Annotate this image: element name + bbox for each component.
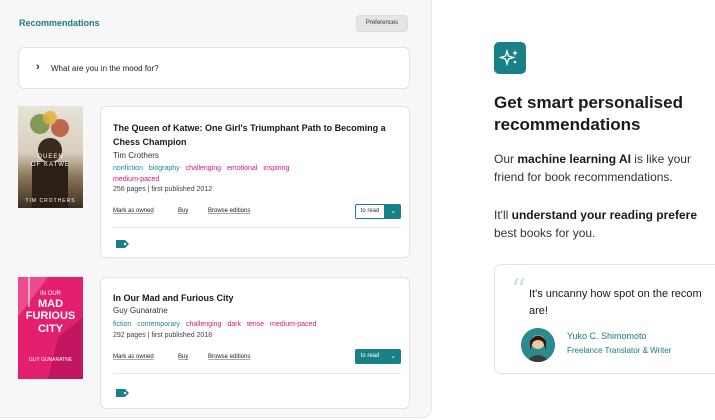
quote-line: are!: [529, 305, 548, 317]
headline-line: recommendations: [494, 115, 641, 134]
status-label[interactable]: to read: [355, 349, 385, 364]
recommendations-panel: Recommendations Preferences › What are y…: [0, 0, 432, 418]
para-bold: machine learning AI: [517, 152, 631, 166]
para-text: Our: [494, 152, 518, 166]
book-card: In Our Mad and Furious City Guy Gunaratn…: [100, 277, 410, 409]
divider: [113, 373, 401, 374]
para-text: friend for book recommendations.: [494, 170, 673, 184]
cover-title-line: IN OUR: [40, 291, 61, 297]
chevron-down-icon[interactable]: ⌄: [385, 204, 401, 219]
reading-status-button[interactable]: to read ⌄: [355, 349, 401, 364]
status-label[interactable]: to read: [355, 204, 385, 219]
genre-tag: nonfiction: [113, 165, 143, 172]
mood-tag: dark: [227, 321, 241, 328]
promo-paragraph: Our machine learning AI is like your fri…: [494, 150, 715, 186]
divider: [113, 227, 401, 228]
mood-tag: medium-paced: [270, 321, 317, 328]
cover-title-line: MAD: [37, 298, 64, 310]
mood-tag: challenging: [186, 321, 222, 328]
book-author[interactable]: Guy Gunaratne: [113, 306, 168, 315]
para-text: best books for you.: [494, 226, 596, 240]
book-title[interactable]: In Our Mad and Furious City: [113, 291, 393, 305]
mood-tag: medium-paced: [113, 176, 160, 183]
genre-tag: biography: [148, 165, 180, 172]
promo-paragraph: It'll understand your reading prefere be…: [494, 206, 715, 242]
testimonial-card: “ It's uncanny how spot on the recom are…: [494, 264, 715, 374]
panel-title: Recommendations: [19, 18, 100, 28]
mood-prompt[interactable]: › What are you in the mood for?: [18, 47, 410, 89]
cover-author: GUY GUNARATNE: [28, 357, 73, 363]
tag-icon[interactable]: [116, 384, 129, 402]
book-meta: 256 pages | first published 2012: [113, 186, 213, 193]
sparkle-icon: [494, 42, 526, 74]
mood-tag: inspiring: [263, 165, 290, 172]
book-tags: fiction contemporary challenging dark te…: [113, 319, 373, 330]
mark-owned-link[interactable]: Mark as owned: [113, 208, 154, 214]
cover-author: TIM CROTHERS: [25, 198, 76, 204]
browse-editions-link[interactable]: Browse editions: [208, 354, 250, 360]
cover-title-line: OF KATWE: [31, 162, 70, 168]
cover-title-line: QUEEN: [37, 154, 64, 160]
para-text: It'll: [494, 208, 512, 222]
testimonial-quote: It's uncanny how spot on the recom are!: [529, 286, 715, 320]
mood-tag: challenging: [185, 165, 222, 172]
reviewer-name: Yuko C. Shimomoto: [567, 331, 647, 341]
tag-icon[interactable]: [116, 235, 129, 253]
genre-tag: fiction: [113, 321, 132, 328]
book-cover[interactable]: QUEEN OF KATWE TIM CROTHERS: [18, 106, 83, 208]
mark-owned-link[interactable]: Mark as owned: [113, 354, 154, 360]
genre-tag: contemporary: [137, 321, 181, 328]
book-cover[interactable]: IN OUR MAD FURIOUS CITY GUY GUNARATNE: [18, 277, 83, 379]
mood-tag: emotional: [227, 165, 258, 172]
book-tags: nonfiction biography challenging emotion…: [113, 163, 318, 185]
cover-title-line: FURIOUS: [25, 310, 76, 322]
book-author[interactable]: Tim Crothers: [113, 151, 159, 160]
para-bold: understand your reading prefere: [511, 208, 697, 222]
mood-tag: tense: [246, 321, 265, 328]
chevron-down-icon[interactable]: ⌄: [385, 349, 401, 364]
book-title[interactable]: The Queen of Katwe: One Girl's Triumphan…: [113, 121, 393, 149]
quote-line: It's uncanny how spot on the recom: [529, 288, 702, 300]
promo-headline: Get smart personalised recommendations: [494, 92, 715, 136]
reading-status-button[interactable]: to read ⌄: [355, 204, 401, 219]
chevron-right-icon: ›: [36, 61, 40, 73]
mood-prompt-label: What are you in the mood for?: [51, 64, 159, 73]
book-meta: 292 pages | first published 2018: [113, 332, 213, 339]
quote-icon: “: [511, 273, 527, 308]
cover-title-line: CITY: [37, 323, 64, 335]
book-card: The Queen of Katwe: One Girl's Triumphan…: [100, 106, 410, 258]
reviewer-role: Freelance Translator & Writer: [567, 346, 672, 355]
avatar: [521, 328, 555, 362]
buy-link[interactable]: Buy: [178, 208, 188, 214]
preferences-button[interactable]: Preferences: [356, 15, 408, 32]
headline-line: Get smart personalised: [494, 93, 683, 112]
para-text: is like your: [630, 152, 691, 166]
browse-editions-link[interactable]: Browse editions: [208, 208, 250, 214]
buy-link[interactable]: Buy: [178, 354, 188, 360]
